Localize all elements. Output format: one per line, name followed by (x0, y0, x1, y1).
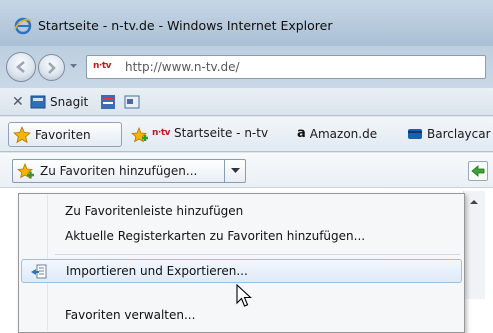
favorites-scrollbar[interactable] (463, 191, 485, 299)
ntv-logo-icon: n·tv (152, 128, 171, 138)
menu-item-add-to-favorites-bar[interactable]: Zu Favoritenleiste hinzufügen (21, 200, 462, 224)
window-title: Startseite - n-tv.de - Windows Internet … (38, 18, 333, 33)
favorites-button[interactable]: Favoriten (8, 122, 122, 147)
snagit-icon (30, 95, 46, 109)
back-arrow-icon (16, 61, 25, 73)
title-bar: Startseite - n-tv.de - Windows Internet … (0, 0, 493, 46)
favorites-star-icon (13, 125, 31, 143)
recent-pages-dropdown-icon[interactable] (69, 61, 78, 71)
pin-favorites-center-button[interactable] (468, 161, 488, 181)
add-to-favorites-dropdown-arrow[interactable] (225, 160, 245, 182)
favorite-link-ntv[interactable]: n·tv Startseite - n-tv (152, 126, 268, 140)
site-favicon-icon: n·tv (93, 61, 112, 71)
snagit-label: Snagit (50, 95, 89, 109)
ie-logo-icon (14, 17, 32, 35)
add-to-favorites-button[interactable]: Zu Favoriten hinzufügen... (13, 160, 225, 182)
favorite-link-amazon[interactable]: a Amazon.de (297, 126, 377, 141)
scroll-up-arrow-icon[interactable] (467, 197, 481, 207)
menu-item-label: Favoriten verwalten... (65, 308, 196, 322)
chevron-down-icon (230, 168, 240, 173)
barclaycard-logo-icon (408, 129, 422, 139)
favorite-link-barclaycard[interactable]: Barclaycar (407, 126, 491, 142)
add-to-favorites-menu: Zu Favoritenleiste hinzufügen Aktuelle R… (18, 193, 465, 333)
add-to-favorites-split-button[interactable]: Zu Favoriten hinzufügen... (12, 159, 246, 183)
address-bar[interactable]: n·tv http://www.n-tv.de/ (86, 55, 486, 79)
add-favorite-star-icon (17, 162, 34, 179)
add-to-favorites-bar-icon[interactable] (131, 126, 149, 144)
url-text[interactable]: http://www.n-tv.de/ (125, 60, 240, 74)
favorite-link-label: Startseite - n-tv (174, 126, 269, 140)
snagit-button[interactable]: Snagit (30, 93, 88, 111)
forward-button[interactable] (38, 54, 65, 81)
favorites-center-header: Zu Favoriten hinzufügen... (0, 153, 493, 187)
favorite-link-label: Barclaycar (427, 127, 491, 141)
add-to-favorites-label: Zu Favoriten hinzufügen... (40, 164, 198, 178)
menu-item-import-export[interactable]: Importieren und Exportieren... (21, 259, 462, 283)
close-toolbar-icon[interactable]: ✕ (12, 94, 24, 110)
menu-item-add-tabs-to-favorites[interactable]: Aktuelle Registerkarten zu Favoriten hin… (21, 225, 462, 249)
menu-item-label: Zu Favoritenleiste hinzufügen (65, 204, 244, 218)
snagit-editor-icon[interactable] (124, 94, 140, 110)
pin-arrow-icon (471, 165, 485, 177)
forward-arrow-icon (48, 62, 56, 74)
back-button[interactable] (6, 52, 36, 82)
favorites-bar: Favoriten n·tv Startseite - n-tv a Amazo… (0, 117, 493, 152)
snagit-toolbar: ✕ Snagit (0, 88, 493, 116)
import-export-icon (31, 264, 47, 279)
favorite-link-label: Amazon.de (309, 126, 378, 141)
amazon-logo-icon: a (297, 126, 306, 141)
snagit-capture-icon[interactable] (100, 94, 116, 110)
menu-item-label: Importieren und Exportieren... (66, 264, 248, 278)
menu-separator (55, 254, 460, 255)
mouse-cursor-icon (236, 284, 252, 307)
favorites-label: Favoriten (35, 127, 91, 142)
navigation-bar: n·tv http://www.n-tv.de/ (0, 46, 493, 88)
menu-item-label: Aktuelle Registerkarten zu Favoriten hin… (65, 229, 366, 243)
